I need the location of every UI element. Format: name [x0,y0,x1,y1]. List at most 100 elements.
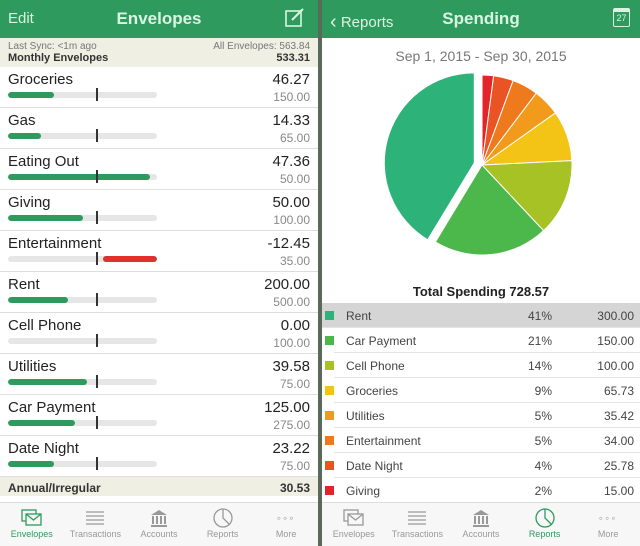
envelope-balance: 47.36 [272,153,310,170]
tab-transactions[interactable]: Transactions [386,503,450,546]
more-icon: ◦◦◦ [276,511,296,525]
envelope-name: Groceries [8,71,74,88]
envelope-row[interactable]: Date Night 23.22 75.00 [0,436,318,477]
balance-fill [8,174,150,180]
month-progress-marker [96,375,98,388]
legend-row[interactable]: Giving 2% 15.00 [325,478,640,503]
legend-swatch [325,336,334,345]
envelope-budget: 150.00 [273,90,310,104]
month-progress-marker [96,211,98,224]
spending-pie-chart [383,72,573,256]
envelope-budget: 50.00 [279,172,310,186]
envelopes-screen: Edit Envelopes Last Sync: <1m ago All Env… [0,0,318,546]
category-percent: 9% [534,384,552,398]
envelope-balance: 23.22 [272,440,310,457]
category-percent: 5% [534,434,552,448]
tab-label: Transactions [69,529,121,539]
envelope-balance: 200.00 [264,276,310,293]
compose-icon[interactable] [284,7,306,34]
tab-reports[interactable]: Reports [191,503,255,546]
progress-bar [8,256,157,262]
tab-label: Reports [206,529,239,539]
category-percent: 2% [534,484,552,498]
progress-bar [8,338,157,344]
envelope-name: Date Night [8,440,79,457]
category-percent: 5% [534,409,552,423]
progress-bar [8,215,157,221]
envelope-balance: -12.45 [267,235,310,252]
envelope-row[interactable]: Groceries 46.27 150.00 [0,67,318,108]
envelope-balance: 14.33 [272,112,310,129]
category-percent: 4% [534,459,552,473]
category-name: Cell Phone [346,359,405,373]
balance-fill [8,133,41,139]
category-name: Car Payment [346,334,417,348]
tab-envelopes[interactable]: Envelopes [0,503,64,546]
balance-fill [8,92,55,98]
tab-more[interactable]: ◦◦◦ More [576,503,640,546]
envelope-name: Rent [8,276,40,293]
tab-label: More [275,529,297,539]
tab-label: Transactions [391,529,443,539]
envelope-balance: 39.58 [272,358,310,375]
legend-swatch [325,461,334,470]
overspent-bar [103,256,157,262]
page-title: Envelopes [116,9,202,28]
progress-bar [8,461,157,467]
legend-row[interactable]: Rent 41% 300.00 [322,303,640,328]
progress-bar [8,174,157,180]
tab-label: Accounts [462,529,500,539]
calendar-icon[interactable]: 27 [613,8,630,27]
tab-envelopes[interactable]: Envelopes [322,503,386,546]
category-amount: 100.00 [597,359,634,373]
envelope-row[interactable]: Rent 200.00 500.00 [0,272,318,313]
tab-reports[interactable]: Reports [513,503,577,546]
envelope-row[interactable]: Car Payment 125.00 275.00 [0,395,318,436]
tab-accounts[interactable]: Accounts [127,503,191,546]
category-amount: 25.78 [603,459,634,473]
tab-transactions[interactable]: Transactions [64,503,128,546]
envelope-balance: 0.00 [280,317,310,334]
envelope-name: Giving [8,194,51,211]
envelope-row[interactable]: Entertainment -12.45 35.00 [0,231,318,272]
month-progress-marker [96,88,98,101]
last-sync: Last Sync: <1m ago [8,41,97,52]
legend-swatch [325,486,334,495]
envelope-budget: 100.00 [273,336,310,350]
legend-row[interactable]: Groceries 9% 65.73 [325,378,640,403]
envelope-row[interactable]: Eating Out 47.36 50.00 [0,149,318,190]
envelope-row[interactable]: Giving 50.00 100.00 [0,190,318,231]
legend-swatch [325,411,334,420]
envelope-row[interactable]: Cell Phone 0.00 100.00 [0,313,318,354]
tab-more[interactable]: ◦◦◦ More [254,503,318,546]
more-icon: ◦◦◦ [598,511,618,525]
monthly-header: Last Sync: <1m ago All Envelopes: 563.84 … [0,38,318,67]
nav-bar: ‹ Reports Spending 27 [322,0,640,38]
envelope-balance: 125.00 [264,399,310,416]
envelope-row[interactable]: Utilities 39.58 75.00 [0,354,318,395]
legend-swatch [325,436,334,445]
legend-row[interactable]: Cell Phone 14% 100.00 [325,353,640,378]
legend-row[interactable]: Date Night 4% 25.78 [325,453,640,478]
reports-icon [191,507,255,529]
legend-row[interactable]: Utilities 5% 35.42 [325,403,640,428]
accounts-icon [127,507,191,529]
month-progress-marker [96,293,98,306]
reports-icon [513,507,577,529]
legend-row[interactable]: Entertainment 5% 34.00 [325,428,640,453]
envelope-row[interactable]: Gas 14.33 65.00 [0,108,318,149]
legend-swatch [325,361,334,370]
envelope-budget: 500.00 [273,295,310,309]
tab-label: Envelopes [332,529,375,539]
section-total: 30.53 [279,481,310,495]
category-name: Date Night [346,459,403,473]
month-progress-marker [96,252,98,265]
progress-bar [8,379,157,385]
tab-accounts[interactable]: Accounts [449,503,513,546]
progress-bar [8,92,157,98]
page-title: Spending [442,9,520,28]
envelope-name: Gas [8,112,36,129]
progress-bar [8,420,157,426]
all-envelopes-total: All Envelopes: 563.84 [213,41,310,52]
legend-row[interactable]: Car Payment 21% 150.00 [325,328,640,353]
